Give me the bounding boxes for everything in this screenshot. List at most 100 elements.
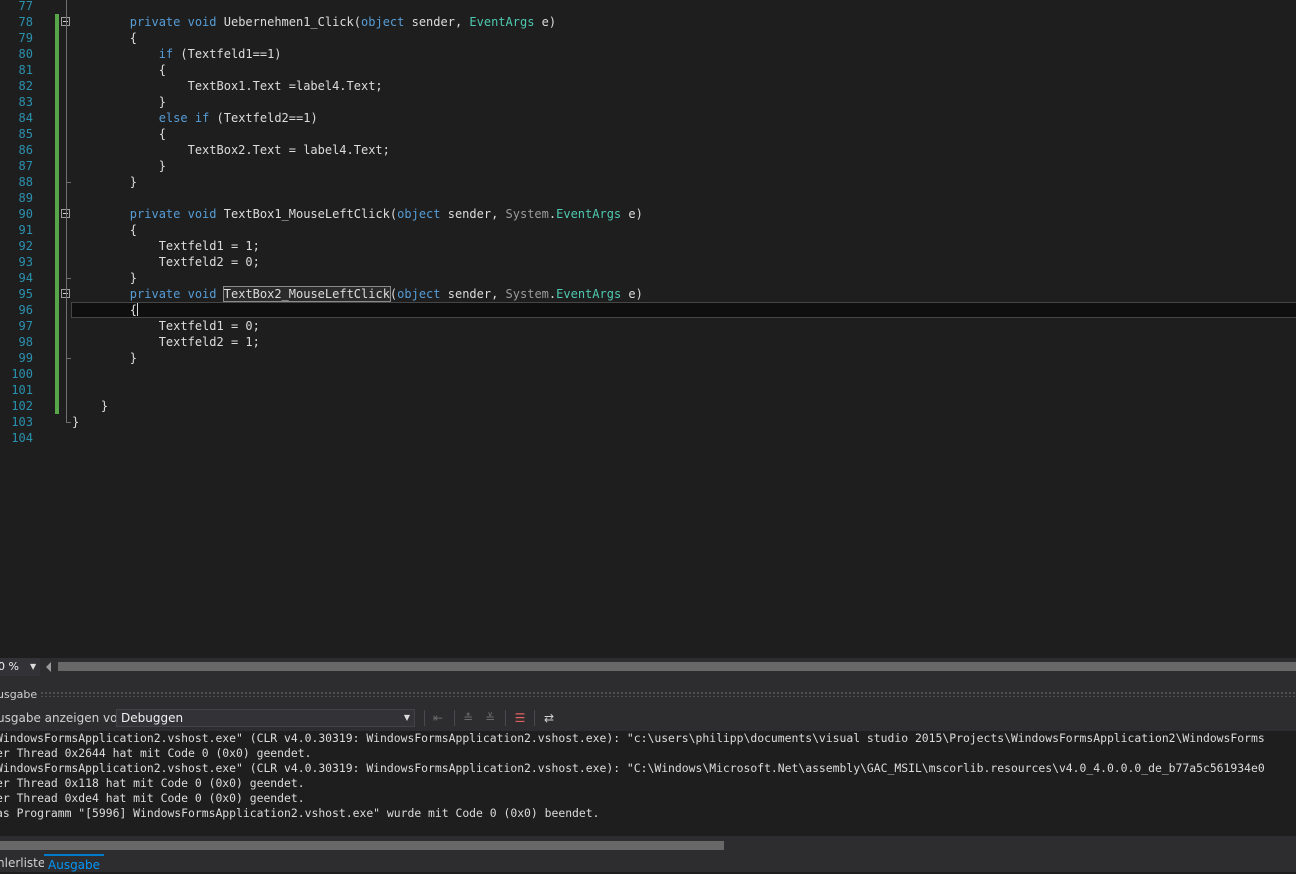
code-line[interactable]: 91 { [0, 222, 1296, 238]
line-number: 102 [11, 399, 33, 413]
output-source-select[interactable]: Debuggen ▼ [116, 709, 415, 727]
line-number: 103 [11, 415, 33, 429]
code-editor[interactable]: 77 78 private void Uebernehmen1_Click(obj… [0, 0, 1296, 658]
code-line[interactable]: 93 Textfeld2 = 0; [0, 254, 1296, 270]
change-indicator [55, 94, 59, 110]
grip-icon [40, 691, 1296, 697]
panel-splitter[interactable] [0, 676, 1296, 684]
code-line[interactable]: 98 Textfeld2 = 1; [0, 334, 1296, 350]
code-text: else if (Textfeld2==1) [158, 111, 318, 125]
code-text: Textfeld1 = 0; [72, 319, 260, 333]
go-to-next-icon[interactable]: ≚ [481, 709, 499, 727]
change-indicator [55, 14, 59, 30]
code-line[interactable]: 95 private void TextBox2_MouseLeftClick(… [0, 286, 1296, 302]
toolbar-separator [534, 710, 535, 726]
chevron-down-icon: ▼ [30, 662, 37, 671]
change-indicator [55, 254, 59, 270]
line-number: 86 [18, 143, 33, 157]
toolbar-separator [424, 710, 425, 726]
output-panel: usgabe usgabe anzeigen von: Debuggen ▼ ⇤… [0, 684, 1296, 854]
clear-all-icon[interactable]: ☰ [511, 709, 529, 727]
code-text: Textfeld2 = 0; [72, 255, 260, 269]
code-line[interactable]: 85 { [0, 126, 1296, 142]
output-line: er Thread 0x118 hat mit Code 0 (0x0) gee… [0, 776, 305, 790]
code-text: private void Uebernehmen1_Click(object s… [129, 15, 557, 29]
line-number: 85 [18, 127, 33, 141]
chevron-down-icon: ▼ [403, 713, 410, 722]
code-line[interactable]: 103} [0, 414, 1296, 430]
output-toolbar: usgabe anzeigen von: Debuggen ▼ ⇤ ≛ ≚ ☰ … [0, 705, 1296, 731]
code-line[interactable]: 82 TextBox1.Text =label4.Text; [0, 78, 1296, 94]
line-number: 87 [18, 159, 33, 173]
code-line[interactable]: 88 } [0, 174, 1296, 190]
code-line[interactable]: 101 [0, 382, 1296, 398]
change-indicator [55, 334, 59, 350]
line-number: 89 [18, 191, 33, 205]
code-line[interactable]: 77 [0, 0, 1296, 14]
change-indicator [55, 30, 59, 46]
output-title-bar[interactable]: usgabe [0, 684, 1296, 705]
zoom-value: 0 % [0, 660, 19, 673]
change-indicator [55, 286, 59, 302]
code-line[interactable]: 79 { [0, 30, 1296, 46]
line-number: 101 [11, 383, 33, 397]
code-line[interactable]: 86 TextBox2.Text = label4.Text; [0, 142, 1296, 158]
code-line[interactable]: 90 private void TextBox1_MouseLeftClick(… [0, 206, 1296, 222]
change-indicator [55, 382, 59, 398]
code-line[interactable]: 94 } [0, 270, 1296, 286]
outline-end [66, 422, 71, 423]
change-indicator [55, 206, 59, 222]
tab-error-list[interactable]: hlerliste [0, 854, 45, 872]
scroll-left-icon[interactable] [46, 662, 51, 672]
change-indicator [55, 158, 59, 174]
go-to-previous-icon[interactable]: ≛ [459, 709, 477, 727]
code-line[interactable]: 89 [0, 190, 1296, 206]
bottom-tabs: hlerliste Ausgabe [0, 854, 1296, 872]
line-number: 88 [18, 175, 33, 189]
change-indicator [55, 398, 59, 414]
code-line[interactable]: 104 [0, 430, 1296, 446]
editor-scrollbar-thumb[interactable] [58, 662, 1296, 671]
code-text: { [72, 303, 139, 317]
line-number: 98 [18, 335, 33, 349]
code-text: if (Textfeld1==1) [158, 47, 282, 61]
code-line[interactable]: 80 if (Textfeld1==1) [0, 46, 1296, 62]
code-line[interactable]: 97 Textfeld1 = 0; [0, 318, 1296, 334]
tab-output[interactable]: Ausgabe [44, 854, 104, 872]
change-indicator [55, 142, 59, 158]
line-number: 84 [18, 111, 33, 125]
code-line[interactable]: 84 else if (Textfeld2==1) [0, 110, 1296, 126]
code-line[interactable]: 100 [0, 366, 1296, 382]
zoom-dropdown[interactable]: 0 % ▼ [0, 658, 40, 676]
code-line[interactable]: 78 private void Uebernehmen1_Click(objec… [0, 14, 1296, 30]
output-line: er Thread 0x2644 hat mit Code 0 (0x0) ge… [0, 746, 312, 760]
line-number: 97 [18, 319, 33, 333]
line-number: 91 [18, 223, 33, 237]
code-line[interactable]: 81 { [0, 62, 1296, 78]
line-number: 77 [18, 0, 33, 13]
output-title: usgabe [0, 688, 38, 701]
line-number: 95 [18, 287, 33, 301]
code-line[interactable]: 102 } [0, 398, 1296, 414]
output-scrollbar-thumb[interactable] [0, 841, 724, 850]
code-line[interactable]: 83 } [0, 94, 1296, 110]
code-text: } [72, 351, 138, 365]
output-line: er Thread 0xde4 hat mit Code 0 (0x0) gee… [0, 791, 305, 805]
line-number: 92 [18, 239, 33, 253]
outline-line [66, 0, 67, 422]
code-line[interactable]: 96 { [0, 302, 1296, 318]
line-number: 100 [11, 367, 33, 381]
toolbar-separator [505, 710, 506, 726]
code-text: { [72, 223, 138, 237]
code-text: } [72, 415, 80, 429]
change-indicator [55, 350, 59, 366]
go-to-previous-message-icon[interactable]: ⇤ [429, 709, 447, 727]
change-indicator [55, 190, 59, 206]
output-text[interactable]: WindowsFormsApplication2.vshost.exe" (CL… [0, 731, 1296, 836]
code-text: TextBox2.Text = label4.Text; [72, 143, 390, 157]
code-line[interactable]: 92 Textfeld1 = 1; [0, 238, 1296, 254]
output-horizontal-scrollbar[interactable] [0, 836, 1296, 854]
toggle-word-wrap-icon[interactable]: ⇄ [540, 709, 558, 727]
code-line[interactable]: 87 } [0, 158, 1296, 174]
code-line[interactable]: 99 } [0, 350, 1296, 366]
